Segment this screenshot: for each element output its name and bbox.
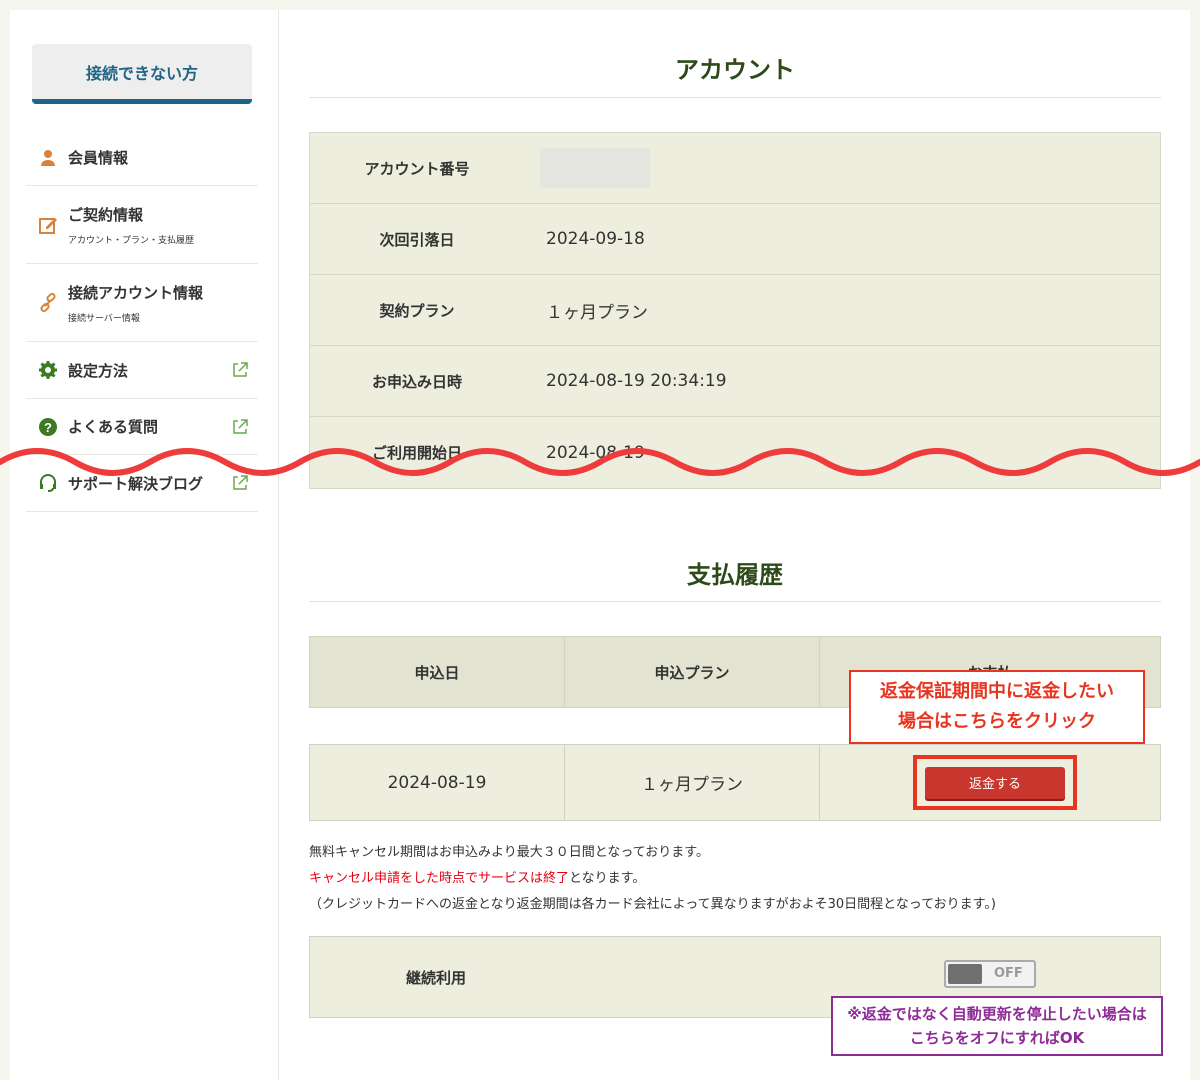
note-line: （クレジットカードへの返金となり返金期間は各カード会社によって異なりますがおよそ… xyxy=(309,897,996,912)
link-icon xyxy=(38,292,58,313)
sidebar-item-label: ご契約情報 xyxy=(68,205,144,224)
callout-line: ※返金ではなく自動更新を停止したい場合は xyxy=(847,1005,1147,1023)
person-icon xyxy=(38,148,58,168)
note-text: となります。 xyxy=(569,871,646,886)
account-value: 2024-09-18 xyxy=(546,229,645,249)
sidebar-item-member-info[interactable]: 会員情報 xyxy=(26,130,258,186)
table-row: アカウント番号 xyxy=(310,133,1160,204)
note-line: 無料キャンセル期間はお申込みより最大３０日間となっております。 xyxy=(309,845,710,860)
payment-history-title: 支払履歴 xyxy=(687,561,783,589)
payment-date: 2024-08-19 xyxy=(310,745,565,820)
sidebar-item-connection-account[interactable]: 接続アカウント情報 接続サーバー情報 xyxy=(26,264,258,342)
continue-usage-label: 継続利用 xyxy=(406,969,467,987)
account-key: お申込み日時 xyxy=(371,372,462,391)
cancel-notes: 無料キャンセル期間はお申込みより最大３０日間となっております。 キャンセル申請を… xyxy=(309,840,996,918)
sidebar-item-sublabel: アカウント・プラン・支払履歴 xyxy=(68,235,195,246)
account-table: アカウント番号 次回引落日 2024-09-18 契約プラン １ヶ月プラン お申… xyxy=(309,132,1161,489)
wavy-separator xyxy=(0,448,1200,476)
payment-plan: １ヶ月プラン xyxy=(565,745,820,820)
column-header: 申込プラン xyxy=(565,637,820,707)
account-key: 契約プラン xyxy=(379,301,455,320)
refund-button[interactable]: 返金する xyxy=(925,766,1065,799)
sidebar-item-label: 設定方法 xyxy=(68,361,129,380)
refund-highlight-frame: 返金する xyxy=(913,755,1077,810)
table-row: お申込み日時 2024-08-19 20:34:19 xyxy=(310,346,1160,417)
sidebar-item-sublabel: 接続サーバー情報 xyxy=(68,313,140,324)
main-content: アカウント アカウント番号 次回引落日 2024-09-18 契約プラン １ヶ月… xyxy=(278,10,1190,1080)
sidebar-item-label: 接続アカウント情報 xyxy=(68,283,204,302)
cant-connect-button[interactable]: 接続できない方 xyxy=(32,44,252,104)
table-row: 次回引落日 2024-09-18 xyxy=(310,204,1160,275)
column-header: 申込日 xyxy=(310,637,565,707)
note-warning: キャンセル申請をした時点でサービスは終了 xyxy=(309,871,570,886)
sidebar-item-label: 会員情報 xyxy=(68,149,129,167)
account-value: １ヶ月プラン xyxy=(546,302,648,323)
gear-icon xyxy=(38,360,58,380)
auto-renew-toggle[interactable]: OFF xyxy=(944,960,1036,988)
callout-line: 返金保証期間中に返金したい xyxy=(880,681,1114,702)
callout-line: こちらをオフにすればOK xyxy=(909,1029,1085,1047)
svg-text:?: ? xyxy=(44,420,52,435)
sidebar-item-label: よくある質問 xyxy=(68,418,159,436)
sidebar: 接続できない方 会員情報 ご契約情報 アカウント・プラン・支払履歴 接続アカウン… xyxy=(10,10,278,1080)
external-link-icon xyxy=(232,362,248,378)
account-number-redacted xyxy=(540,148,650,188)
divider xyxy=(309,601,1161,602)
account-key: 次回引落日 xyxy=(379,230,455,249)
divider xyxy=(309,97,1161,98)
sidebar-item-setup[interactable]: 設定方法 xyxy=(26,342,258,399)
auto-renew-callout: ※返金ではなく自動更新を停止したい場合は こちらをオフにすればOK xyxy=(831,996,1163,1056)
sidebar-item-contract-info[interactable]: ご契約情報 アカウント・プラン・支払履歴 xyxy=(26,186,258,264)
question-icon: ? xyxy=(38,417,58,437)
account-key: アカウント番号 xyxy=(364,159,470,178)
toggle-state: OFF xyxy=(994,966,1023,981)
table-row: 契約プラン １ヶ月プラン xyxy=(310,275,1160,346)
external-link-icon xyxy=(232,418,248,435)
account-title: アカウント xyxy=(675,56,795,84)
account-value: 2024-08-19 20:34:19 xyxy=(546,371,727,391)
edit-icon xyxy=(38,215,58,235)
refund-callout: 返金保証期間中に返金したい 場合はこちらをクリック xyxy=(849,670,1145,744)
toggle-knob xyxy=(948,964,982,984)
callout-line: 場合はこちらをクリック xyxy=(898,711,1096,732)
note-line: キャンセル申請をした時点でサービスは終了となります。 xyxy=(309,866,996,892)
